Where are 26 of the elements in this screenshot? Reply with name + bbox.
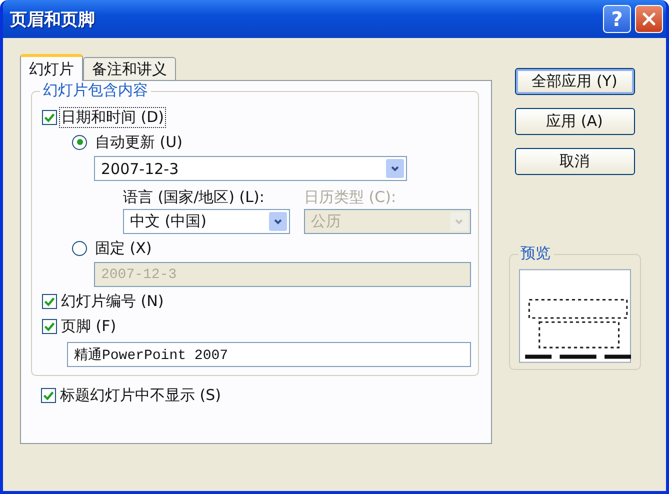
checkbox[interactable] bbox=[41, 388, 56, 402]
window-title: 页眉和页脚 bbox=[10, 8, 95, 30]
group-title: 预览 bbox=[518, 244, 554, 263]
checkbox[interactable] bbox=[42, 318, 57, 334]
close-button[interactable] bbox=[635, 5, 663, 33]
checkbox[interactable] bbox=[42, 294, 57, 308]
date-dropdown[interactable]: 2007-12-3 bbox=[94, 156, 407, 181]
dialog-button[interactable]: 应用 (A) bbox=[514, 108, 634, 135]
footer-field[interactable]: 精通PowerPoint 2007 bbox=[67, 342, 471, 367]
group-title: 幻灯片包含内容 bbox=[40, 81, 151, 100]
checkbox-label[interactable]: 日期和时间 (D) bbox=[60, 108, 166, 126]
close-icon[interactable] bbox=[641, 11, 657, 27]
tab[interactable]: 幻灯片 bbox=[20, 54, 83, 81]
language-dropdown[interactable]: 中文 (中国) bbox=[123, 209, 290, 234]
radio-button[interactable] bbox=[72, 134, 87, 150]
checkbox-label[interactable]: 幻灯片编号 (N) bbox=[60, 292, 165, 310]
dialog-button[interactable]: 取消 bbox=[514, 148, 634, 175]
checkbox-label[interactable]: 标题幻灯片中不显示 (S) bbox=[59, 386, 222, 404]
language-label: 语言 (国家/地区) (L): bbox=[123, 188, 266, 207]
radio-label[interactable]: 自动更新 (U) bbox=[94, 132, 184, 152]
calendar-type-label: 日历类型 (C): bbox=[304, 188, 397, 207]
tab[interactable]: 备注和讲义 bbox=[83, 57, 176, 80]
checkbox[interactable] bbox=[42, 110, 57, 124]
checkbox-label[interactable]: 页脚 (F) bbox=[60, 316, 118, 336]
dialog-button[interactable]: 全部应用 (Y) bbox=[514, 68, 634, 95]
help-button[interactable]: ? bbox=[603, 5, 631, 33]
